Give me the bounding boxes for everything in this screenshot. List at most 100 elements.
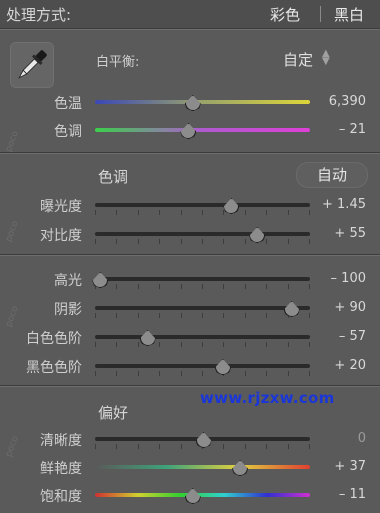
saturation-slider-track[interactable]	[95, 493, 310, 497]
tick-mark	[137, 342, 139, 347]
tick-mark	[266, 444, 268, 449]
slider-ticks	[95, 371, 310, 377]
tick-mark	[202, 284, 203, 289]
tick-mark	[159, 371, 161, 376]
tick-mark	[202, 313, 203, 318]
temp-slider-thumb[interactable]	[184, 95, 201, 111]
tick-mark	[137, 371, 139, 376]
bw-mode-button[interactable]: 黑白	[334, 4, 364, 25]
tick-mark	[266, 342, 268, 347]
tick-mark	[180, 239, 182, 244]
whites-label: 白色色阶	[26, 331, 82, 347]
auto-tone-button[interactable]: 自动	[296, 162, 368, 188]
tick-mark	[180, 371, 182, 376]
blacks-value[interactable]: + 20	[296, 358, 366, 373]
divider	[0, 255, 380, 256]
divider	[0, 153, 380, 154]
vibrance-slider-track[interactable]	[95, 465, 310, 469]
treatment-header: 处理方式: 彩色 黑白	[0, 0, 380, 28]
clarity-slider-thumb[interactable]	[195, 432, 212, 448]
tick-mark	[223, 342, 225, 347]
tick-mark	[116, 284, 118, 289]
shadows-slider-track[interactable]	[95, 306, 310, 310]
highlights-label: 高光	[54, 273, 82, 289]
temp-slider-track[interactable]	[95, 100, 310, 104]
eyedropper-icon	[18, 50, 47, 79]
blacks-slider-track[interactable]	[95, 364, 310, 368]
exposure-label: 曝光度	[40, 199, 82, 215]
color-mode-button[interactable]: 彩色	[270, 4, 300, 25]
whites-value[interactable]: – 57	[296, 329, 366, 344]
exposure-value[interactable]: + 1.45	[296, 197, 366, 212]
tick-mark	[95, 239, 96, 244]
tick-mark	[223, 444, 225, 449]
blacks-label: 黑色色阶	[26, 360, 82, 376]
tone-section-label: 色调	[98, 168, 129, 186]
tick-mark	[137, 313, 139, 318]
tint-slider-track[interactable]	[95, 128, 310, 132]
tick-mark	[95, 371, 96, 376]
tick-mark	[116, 239, 118, 244]
slider-ticks	[95, 284, 310, 290]
tick-mark	[180, 313, 182, 318]
tick-mark	[116, 444, 118, 449]
vibrance-slider-thumb[interactable]	[232, 460, 249, 476]
treatment-label: 处理方式:	[6, 6, 72, 24]
mode-separator	[320, 6, 321, 22]
exposure-ticks	[95, 209, 310, 215]
tick-mark	[266, 371, 268, 376]
tick-mark	[137, 444, 139, 449]
vibrance-value[interactable]: + 37	[296, 459, 366, 474]
tick-mark	[244, 342, 246, 347]
tick-mark	[116, 342, 118, 347]
tick-mark	[202, 342, 203, 347]
tick-mark	[244, 284, 246, 289]
tick-mark	[266, 239, 268, 244]
shadows-value[interactable]: + 90	[296, 300, 366, 315]
tick-mark	[180, 284, 182, 289]
slider-ticks	[95, 239, 310, 245]
exposure-slider-track[interactable]	[95, 203, 310, 207]
tint-value[interactable]: – 21	[296, 122, 366, 137]
tick-mark	[244, 444, 246, 449]
highlights-value[interactable]: – 100	[296, 271, 366, 286]
tint-slider-thumb[interactable]	[180, 123, 197, 139]
temp-value[interactable]: 6,390	[296, 94, 366, 109]
white-balance-label: 白平衡:	[96, 55, 140, 70]
whites-slider-track[interactable]	[95, 335, 310, 339]
tick-mark	[159, 313, 161, 318]
tick-mark	[287, 371, 289, 376]
white-balance-selector-button[interactable]	[10, 42, 54, 88]
highlights-slider-track[interactable]	[95, 277, 310, 281]
slider-ticks	[95, 313, 310, 319]
divider	[0, 386, 380, 387]
tick-mark	[266, 313, 268, 318]
blacks-slider-thumb[interactable]	[214, 359, 231, 375]
tick-mark	[95, 313, 96, 318]
tick-mark	[95, 342, 96, 347]
white-balance-dropdown[interactable]: 自定	[283, 49, 313, 70]
saturation-label: 饱和度	[40, 489, 82, 505]
tick-mark	[116, 313, 118, 318]
tick-mark	[180, 342, 182, 347]
presence-section-label: 偏好	[98, 404, 129, 422]
saturation-value[interactable]: – 11	[296, 487, 366, 502]
whites-slider-thumb[interactable]	[139, 330, 156, 346]
tick-mark	[266, 284, 268, 289]
saturation-slider-thumb[interactable]	[184, 488, 201, 504]
contrast-value[interactable]: + 55	[296, 226, 366, 241]
tick-mark	[287, 239, 289, 244]
tick-mark	[287, 342, 289, 347]
tick-mark	[159, 444, 161, 449]
clarity-value[interactable]: 0	[296, 431, 366, 446]
tick-mark	[287, 284, 289, 289]
dropdown-arrows-icon: ▲ ▼	[322, 48, 330, 67]
tick-mark	[244, 313, 246, 318]
contrast-slider-track[interactable]	[95, 232, 310, 236]
tick-mark	[95, 444, 96, 449]
temp-label: 色温	[54, 96, 82, 112]
tick-mark	[159, 342, 161, 347]
tick-mark	[159, 284, 161, 289]
tick-mark	[244, 239, 246, 244]
tick-mark	[223, 239, 225, 244]
